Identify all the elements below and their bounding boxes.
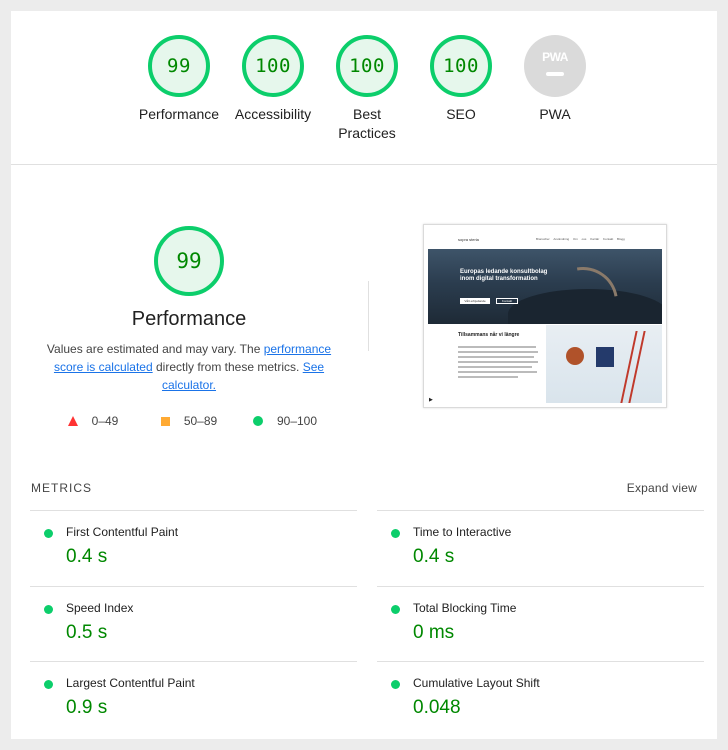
score-gauge: 100 [430,35,492,97]
thumb-award-logo [596,347,614,367]
metric-cumulative-layout-shift: Cumulative Layout Shift 0.048 [377,661,704,737]
metric-value: 0.4 s [413,546,455,567]
triangle-icon [67,416,78,426]
lighthouse-report: 99 Performance 100 Accessibility 100 Bes… [11,11,717,739]
metric-value: 0 ms [413,622,455,643]
section-divider [11,164,717,165]
pwa-badge-icon: PWA [524,35,586,97]
score-gauge: 100 [336,35,398,97]
metric-value: 0.5 s [66,622,108,643]
metric-total-blocking-time: Total Blocking Time 0 ms [377,586,704,662]
gauge-performance[interactable]: 99 Performance [129,35,229,124]
expand-view-toggle[interactable]: Expand view [627,481,697,495]
metric-largest-contentful-paint: Largest Contentful Paint 0.9 s [30,661,357,737]
gauge-label: SEO [446,106,476,122]
thumb-button-offer: Vårt erbjudande [460,298,490,304]
metric-name: Cumulative Layout Shift [413,676,540,690]
score-gauge: 100 [242,35,304,97]
pass-circle-icon [44,529,53,538]
gauge-best-practices[interactable]: 100 Best Practices [317,35,417,143]
pass-circle-icon [391,605,400,614]
square-icon [160,416,170,426]
legend-average: 50–89 [141,414,237,428]
thumb-award-badge [566,347,584,365]
pass-circle-icon [44,680,53,689]
thumb-button-contact: Kontakt [496,298,518,304]
score-gauge: 99 [148,35,210,97]
pass-circle-icon [391,680,400,689]
gauge-label: PWA [539,106,571,122]
gauge-label: Performance [138,106,220,122]
gauge-pwa[interactable]: PWA PWA [505,35,605,124]
thumb-cursor-icon: ▶ [429,397,433,403]
thumb-hero: Europas ledande konsultbolag inom digita… [428,249,662,324]
thumb-headline: Europas ledande konsultbolag inom digita… [460,269,548,282]
vertical-divider [368,281,369,351]
metric-speed-index: Speed Index 0.5 s [30,586,357,662]
thumb-subheadline: Tillsammans når vi längre [458,332,520,338]
performance-description: Values are estimated and may vary. The p… [46,342,332,392]
thumb-logo: sopra steria [458,237,479,242]
performance-summary: 99 Performance Values are estimated and … [31,226,347,428]
legend-fail: 0–49 [45,414,141,428]
thumb-body-text [458,346,538,381]
metrics-header: METRICS Expand view [31,481,697,497]
pass-circle-icon [391,529,400,538]
metric-value: 0.048 [413,697,461,718]
thumb-navbar: sopra steria Branscher Användning Om oss… [428,229,662,249]
gauge-seo[interactable]: 100 SEO [411,35,511,124]
legend-pass: 90–100 [237,414,333,428]
pass-circle-icon [44,605,53,614]
metric-name: First Contentful Paint [66,525,179,539]
gauge-accessibility[interactable]: 100 Accessibility [223,35,323,124]
circle-icon [252,416,263,426]
metric-name: Speed Index [66,601,134,615]
metric-value: 0.9 s [66,697,108,718]
performance-title: Performance [131,308,247,330]
gauge-label: Accessibility [234,106,312,122]
metric-name: Time to Interactive [413,525,512,539]
metrics-title: METRICS [31,481,92,495]
metric-time-to-interactive: Time to Interactive 0.4 s [377,510,704,586]
gauge-label: Best Practices [338,106,396,141]
metric-first-contentful-paint: First Contentful Paint 0.4 s [30,510,357,586]
performance-gauge: 99 [154,226,224,296]
thumb-nav-links: Branscher Användning Om oss Karriär Kont… [536,237,625,241]
final-screenshot[interactable]: sopra steria Branscher Användning Om oss… [423,224,667,408]
metric-name: Largest Contentful Paint [66,676,195,690]
metric-name: Total Blocking Time [413,601,517,615]
category-gauges: 99 Performance 100 Accessibility 100 Bes… [11,11,717,164]
metric-value: 0.4 s [66,546,108,567]
score-legend: 0–49 50–89 90–100 [31,414,347,428]
